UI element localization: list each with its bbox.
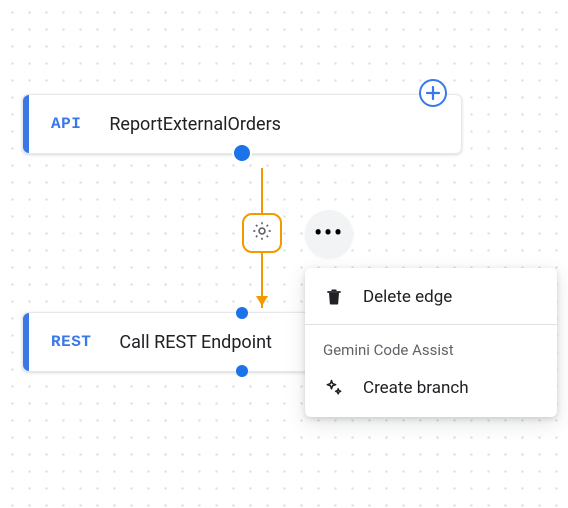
more-icon: ••• bbox=[314, 223, 344, 245]
edge-more-button[interactable]: ••• bbox=[305, 210, 353, 258]
node-accent bbox=[23, 313, 29, 371]
sparkle-icon bbox=[323, 377, 345, 399]
menu-separator bbox=[305, 324, 557, 325]
add-node-button[interactable] bbox=[419, 79, 447, 107]
port-out[interactable] bbox=[236, 365, 248, 377]
node-title: Call REST Endpoint bbox=[119, 332, 272, 353]
node-api[interactable]: API ReportExternalOrders bbox=[22, 94, 462, 154]
node-accent bbox=[23, 95, 29, 153]
node-tag: REST bbox=[51, 333, 91, 351]
edge-settings-button[interactable] bbox=[242, 213, 282, 253]
menu-item-delete-edge[interactable]: Delete edge bbox=[305, 274, 557, 320]
menu-item-label: Delete edge bbox=[363, 287, 452, 307]
port-out[interactable] bbox=[232, 143, 252, 163]
node-tag: API bbox=[51, 115, 81, 133]
menu-item-label: Create branch bbox=[363, 378, 469, 398]
plus-icon bbox=[425, 85, 441, 101]
gear-icon bbox=[251, 220, 273, 246]
trash-icon bbox=[323, 286, 345, 308]
menu-item-create-branch[interactable]: Create branch bbox=[305, 365, 557, 411]
edge-context-menu: Delete edge Gemini Code Assist Create br… bbox=[305, 268, 557, 417]
node-title: ReportExternalOrders bbox=[109, 114, 281, 135]
port-in[interactable] bbox=[236, 307, 248, 319]
edge-arrowhead bbox=[256, 296, 268, 306]
menu-section-label: Gemini Code Assist bbox=[305, 329, 557, 365]
